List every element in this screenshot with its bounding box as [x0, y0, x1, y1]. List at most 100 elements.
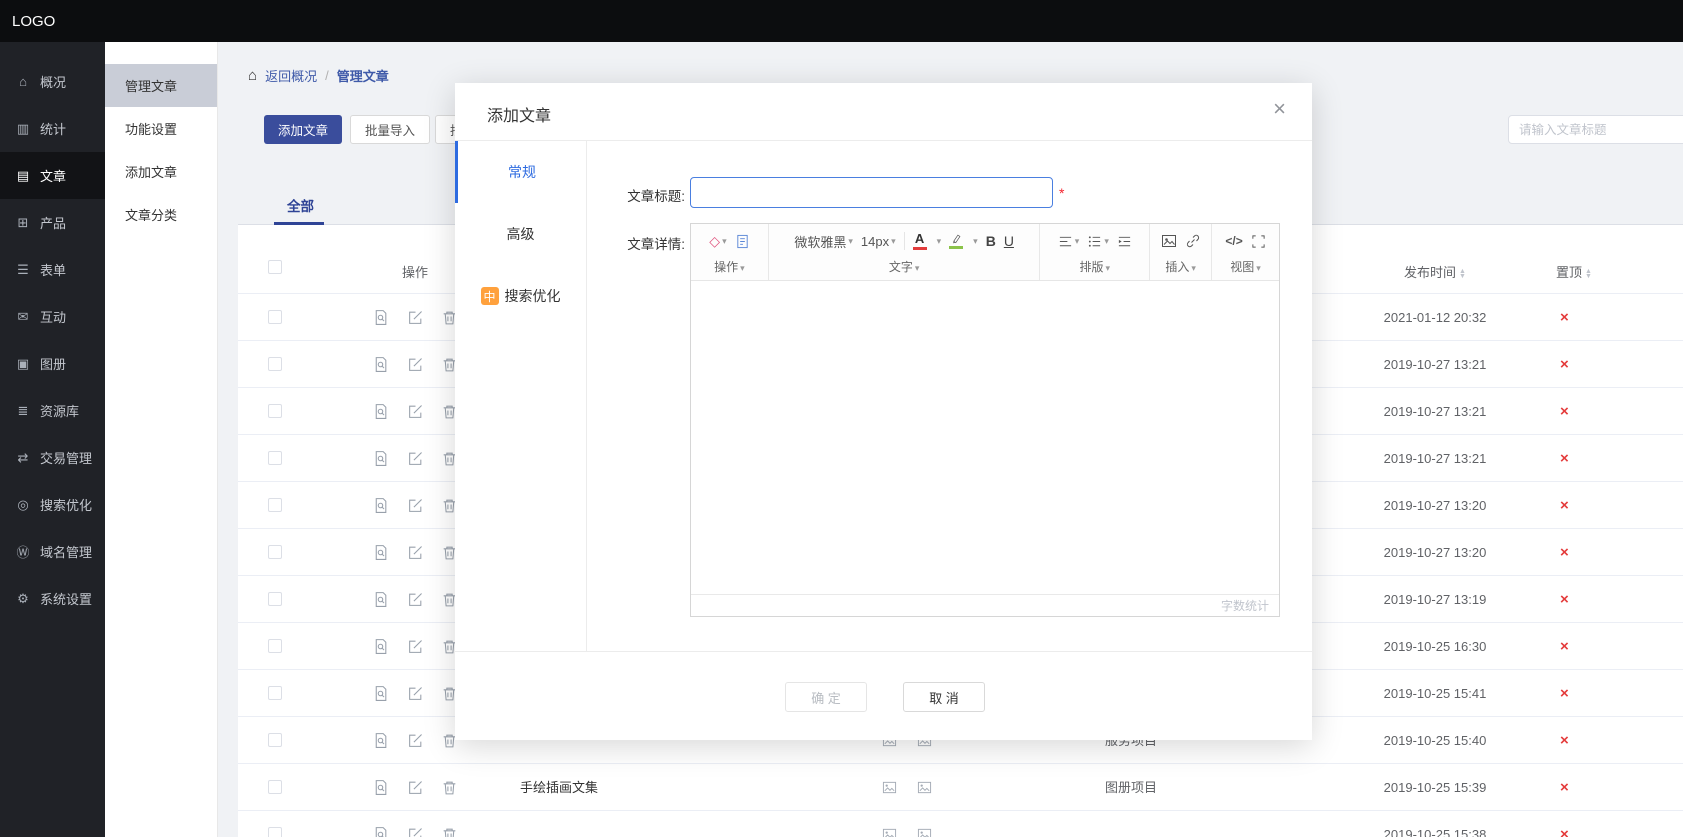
row-checkbox[interactable]: [268, 451, 282, 465]
top-flag-icon[interactable]: ×: [1560, 576, 1569, 623]
preview-icon[interactable]: [372, 591, 389, 608]
font-size-select[interactable]: 14px▾: [861, 234, 896, 249]
thumb-icon[interactable]: [917, 780, 932, 795]
top-flag-icon[interactable]: ×: [1560, 294, 1569, 341]
thumb-icon[interactable]: [882, 780, 897, 795]
confirm-button[interactable]: 确 定: [785, 682, 867, 712]
edit-icon[interactable]: [407, 497, 424, 514]
top-flag-icon[interactable]: ×: [1560, 811, 1569, 837]
search-input[interactable]: [1508, 115, 1683, 144]
row-checkbox[interactable]: [268, 357, 282, 371]
edit-icon[interactable]: [407, 356, 424, 373]
caret-icon[interactable]: ▾: [973, 236, 978, 247]
highlight-color-button[interactable]: [949, 233, 963, 249]
top-flag-icon[interactable]: ×: [1560, 623, 1569, 670]
row-checkbox[interactable]: [268, 686, 282, 700]
edit-icon[interactable]: [407, 779, 424, 796]
image-icon[interactable]: [1161, 233, 1177, 249]
sort-icons[interactable]: ▲▼: [1459, 269, 1466, 279]
font-family-select[interactable]: 微软雅黑▾: [794, 232, 853, 251]
template-doc-icon[interactable]: [735, 234, 750, 249]
preview-icon[interactable]: [372, 356, 389, 373]
edit-icon[interactable]: [407, 685, 424, 702]
top-flag-icon[interactable]: ×: [1560, 670, 1569, 717]
indent-icon[interactable]: [1117, 234, 1132, 249]
row-checkbox[interactable]: [268, 639, 282, 653]
sort-icons[interactable]: ▲▼: [1585, 269, 1592, 279]
group-label-view[interactable]: 视图▾: [1212, 258, 1279, 280]
group-label-ops[interactable]: 操作▾: [691, 258, 768, 280]
top-flag-icon[interactable]: ×: [1560, 482, 1569, 529]
row-checkbox[interactable]: [268, 780, 282, 794]
submenu-item-function-settings[interactable]: 功能设置: [105, 107, 217, 150]
fullscreen-icon[interactable]: [1251, 234, 1266, 249]
breadcrumb-back-link[interactable]: 返回概况: [265, 66, 317, 85]
preview-icon[interactable]: [372, 497, 389, 514]
row-checkbox[interactable]: [268, 310, 282, 324]
edit-icon[interactable]: [407, 638, 424, 655]
preview-icon[interactable]: [372, 403, 389, 420]
sidebar-item-interaction[interactable]: ✉互动: [0, 293, 105, 340]
underline-button[interactable]: U: [1004, 233, 1014, 249]
edit-icon[interactable]: [407, 403, 424, 420]
header-publish-time[interactable]: 发布时间▲▼: [1375, 262, 1495, 281]
article-title-input[interactable]: [690, 177, 1053, 208]
list-button[interactable]: ▾: [1087, 234, 1109, 249]
header-top[interactable]: 置顶▲▼: [1556, 262, 1592, 281]
bold-button[interactable]: B: [986, 233, 996, 249]
preview-icon[interactable]: [372, 732, 389, 749]
modal-tab-seo[interactable]: 中搜索优化: [455, 265, 586, 327]
top-flag-icon[interactable]: ×: [1560, 435, 1569, 482]
thumb-icon[interactable]: [882, 827, 897, 837]
preview-icon[interactable]: [372, 638, 389, 655]
delete-icon[interactable]: [441, 826, 458, 837]
select-all-checkbox[interactable]: [268, 260, 282, 274]
modal-tab-advanced[interactable]: 高级: [455, 203, 586, 265]
edit-icon[interactable]: [407, 826, 424, 837]
row-checkbox[interactable]: [268, 592, 282, 606]
sidebar-item-seo[interactable]: ◎搜索优化: [0, 481, 105, 528]
top-flag-icon[interactable]: ×: [1560, 764, 1569, 811]
sidebar-item-domains[interactable]: Ⓦ域名管理: [0, 528, 105, 575]
modal-tab-general[interactable]: 常规: [455, 141, 586, 203]
thumb-icon[interactable]: [917, 827, 932, 837]
edit-icon[interactable]: [407, 544, 424, 561]
edit-icon[interactable]: [407, 732, 424, 749]
row-checkbox[interactable]: [268, 404, 282, 418]
submenu-item-manage-articles[interactable]: 管理文章: [105, 64, 217, 107]
row-checkbox[interactable]: [268, 733, 282, 747]
submenu-item-article-categories[interactable]: 文章分类: [105, 193, 217, 236]
sidebar-item-gallery[interactable]: ▣图册: [0, 340, 105, 387]
close-icon[interactable]: ×: [1273, 96, 1286, 122]
cancel-button[interactable]: 取 消: [903, 682, 985, 712]
link-icon[interactable]: [1185, 233, 1201, 249]
sidebar-item-resources[interactable]: ≣资源库: [0, 387, 105, 434]
sidebar-item-articles[interactable]: ▤文章: [0, 152, 105, 199]
font-color-button[interactable]: A: [913, 233, 927, 250]
batch-import-button[interactable]: 批量导入: [350, 115, 430, 144]
delete-icon[interactable]: [441, 779, 458, 796]
code-view-button[interactable]: </>: [1225, 234, 1242, 248]
sidebar-item-settings[interactable]: ⚙系统设置: [0, 575, 105, 622]
edit-icon[interactable]: [407, 309, 424, 326]
sidebar-item-products[interactable]: ⊞产品: [0, 199, 105, 246]
preview-icon[interactable]: [372, 544, 389, 561]
preview-icon[interactable]: [372, 685, 389, 702]
edit-icon[interactable]: [407, 450, 424, 467]
group-label-insert[interactable]: 插入▾: [1150, 258, 1211, 280]
row-checkbox[interactable]: [268, 545, 282, 559]
sidebar-item-stats[interactable]: ▥统计: [0, 105, 105, 152]
preview-icon[interactable]: [372, 779, 389, 796]
top-flag-icon[interactable]: ×: [1560, 717, 1569, 764]
preview-icon[interactable]: [372, 309, 389, 326]
row-checkbox[interactable]: [268, 498, 282, 512]
align-button[interactable]: ▾: [1058, 234, 1080, 249]
submenu-item-add-article[interactable]: 添加文章: [105, 150, 217, 193]
format-eraser-icon[interactable]: ◇▾: [709, 233, 726, 250]
top-flag-icon[interactable]: ×: [1560, 388, 1569, 435]
top-flag-icon[interactable]: ×: [1560, 529, 1569, 576]
preview-icon[interactable]: [372, 826, 389, 837]
editor-content-area[interactable]: [691, 281, 1279, 594]
sidebar-item-transactions[interactable]: ⇄交易管理: [0, 434, 105, 481]
top-flag-icon[interactable]: ×: [1560, 341, 1569, 388]
